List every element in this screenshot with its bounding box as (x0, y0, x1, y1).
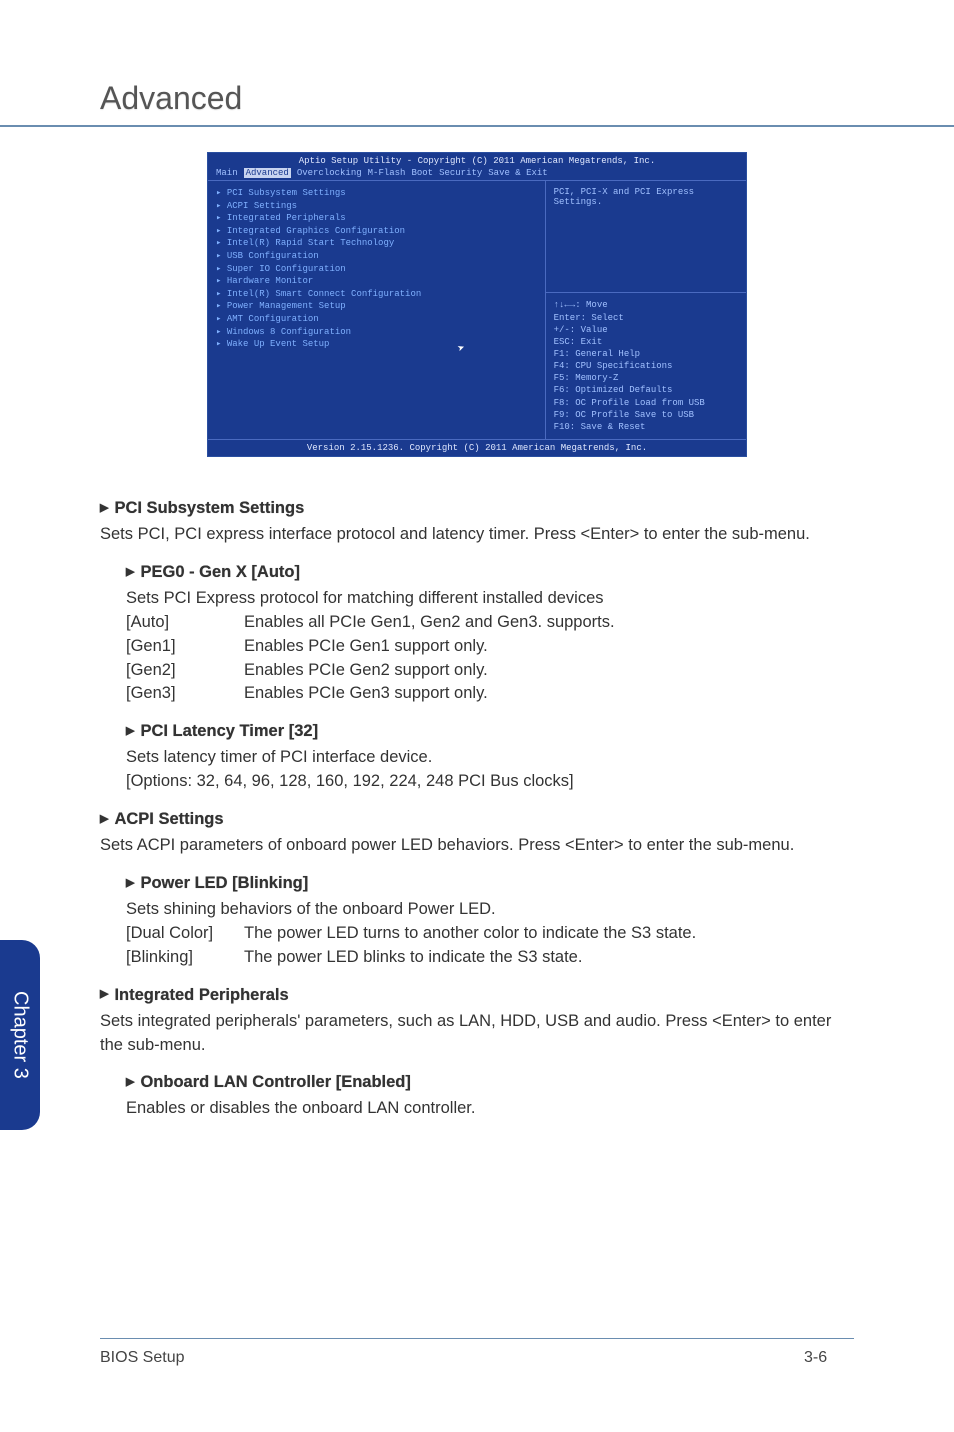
section-desc: Sets integrated peripherals' parameters,… (100, 1010, 854, 1058)
section-desc: Sets latency timer of PCI interface devi… (126, 746, 854, 770)
bios-item: ▸ Super IO Configuration (216, 263, 537, 276)
section-desc: Sets PCI Express protocol for matching d… (126, 587, 854, 611)
page-footer: BIOS Setup 3-6 (100, 1338, 854, 1367)
bios-item-label: Intel(R) Rapid Start Technology (227, 238, 394, 248)
bios-item-label: Integrated Graphics Configuration (227, 226, 405, 236)
option-key: [Gen1] (126, 635, 244, 659)
bios-item-label: USB Configuration (227, 251, 319, 261)
option-val: Enables PCIe Gen3 support only. (244, 682, 854, 706)
bios-key-help: ↑↓←→: Move Enter: Select +/-: Value ESC:… (546, 292, 746, 439)
bios-key-line: F6: Optimized Defaults (554, 384, 738, 396)
option-row: [Auto] Enables all PCIe Gen1, Gen2 and G… (126, 611, 854, 635)
option-val: The power LED blinks to indicate the S3 … (244, 946, 854, 970)
bios-key-line: F4: CPU Specifications (554, 360, 738, 372)
section-desc: Sets PCI, PCI express interface protocol… (100, 523, 854, 547)
bios-header-text: Aptio Setup Utility - Copyright (C) 2011… (208, 153, 746, 166)
bios-key-line: F10: Save & Reset (554, 421, 738, 433)
bios-item: ▸ Intel(R) Rapid Start Technology (216, 237, 537, 250)
bios-item: ▸ Integrated Peripherals (216, 212, 537, 225)
bios-item-label: AMT Configuration (227, 314, 319, 324)
bios-menu-bar: Main Advanced Overclocking M-Flash Boot … (208, 166, 746, 180)
section-power-led: Power LED [Blinking] Sets shining behavi… (126, 872, 854, 970)
page-title: Advanced (0, 0, 954, 127)
bios-menu-save-exit: Save & Exit (488, 168, 547, 178)
section-desc: Sets ACPI parameters of onboard power LE… (100, 834, 854, 858)
section-peg0: PEG0 - Gen X [Auto] Sets PCI Express pro… (126, 561, 854, 707)
section-title: Power LED [Blinking] (126, 874, 308, 892)
bios-item-label: Windows 8 Configuration (227, 327, 351, 337)
bios-menu-overclocking: Overclocking (297, 168, 362, 178)
bios-menu-mflash: M-Flash (368, 168, 406, 178)
option-val: Enables PCIe Gen1 support only. (244, 635, 854, 659)
section-title: Integrated Peripherals (100, 986, 289, 1004)
bios-item-label: Wake Up Event Setup (227, 339, 330, 349)
bios-item-label: Super IO Configuration (227, 264, 346, 274)
bios-key-line: F1: General Help (554, 348, 738, 360)
option-val: Enables PCIe Gen2 support only. (244, 659, 854, 683)
option-row: [Dual Color] The power LED turns to anot… (126, 922, 854, 946)
bios-menu-boot: Boot (411, 168, 433, 178)
footer-page-number: 3-6 (804, 1349, 854, 1367)
bios-footer-text: Version 2.15.1236. Copyright (C) 2011 Am… (208, 440, 746, 456)
bios-body: ▸ PCI Subsystem Settings ▸ ACPI Settings… (208, 180, 746, 440)
section-acpi: ACPI Settings Sets ACPI parameters of on… (100, 808, 854, 858)
section-desc: Sets shining behaviors of the onboard Po… (126, 898, 854, 922)
bios-key-line: F5: Memory-Z (554, 372, 738, 384)
option-key: [Blinking] (126, 946, 244, 970)
bios-item: ▸ USB Configuration (216, 250, 537, 263)
bios-key-line: Enter: Select (554, 312, 738, 324)
section-integrated-periph: Integrated Peripherals Sets integrated p… (100, 984, 854, 1058)
section-desc: Enables or disables the onboard LAN cont… (126, 1097, 854, 1121)
chapter-tab: Chapter 3 (0, 940, 40, 1130)
bios-item: ▸ Windows 8 Configuration (216, 326, 537, 339)
option-key: [Gen2] (126, 659, 244, 683)
bios-right-panel: PCI, PCI-X and PCI Express Settings. ↑↓←… (546, 181, 746, 439)
footer-section-name: BIOS Setup (100, 1349, 804, 1367)
bios-item: ▸ AMT Configuration (216, 313, 537, 326)
option-row: [Gen2] Enables PCIe Gen2 support only. (126, 659, 854, 683)
bios-item-label: Integrated Peripherals (227, 213, 346, 223)
section-title: PCI Latency Timer [32] (126, 722, 318, 740)
bios-item: ▸ PCI Subsystem Settings (216, 187, 537, 200)
option-key: [Auto] (126, 611, 244, 635)
section-pci-subsystem: PCI Subsystem Settings Sets PCI, PCI exp… (100, 497, 854, 547)
section-title: ACPI Settings (100, 810, 224, 828)
bios-item-label: Intel(R) Smart Connect Configuration (227, 289, 421, 299)
bios-item-label: PCI Subsystem Settings (227, 188, 346, 198)
bios-item: ▸ Integrated Graphics Configuration (216, 225, 537, 238)
bios-item-label: Hardware Monitor (227, 276, 313, 286)
bios-key-line: F9: OC Profile Save to USB (554, 409, 738, 421)
content-area: PCI Subsystem Settings Sets PCI, PCI exp… (0, 497, 954, 1121)
bios-item: ▸ ACPI Settings (216, 200, 537, 213)
option-val: The power LED turns to another color to … (244, 922, 854, 946)
section-title: Onboard LAN Controller [Enabled] (126, 1073, 411, 1091)
bios-key-line: F8: OC Profile Load from USB (554, 397, 738, 409)
bios-menu-main: Main (216, 168, 238, 178)
bios-key-line: ↑↓←→: Move (554, 299, 738, 311)
bios-item: ▸ Intel(R) Smart Connect Configuration (216, 288, 537, 301)
bios-item-label: Power Management Setup (227, 301, 346, 311)
bios-menu-security: Security (439, 168, 482, 178)
bios-screenshot: Aptio Setup Utility - Copyright (C) 2011… (207, 152, 747, 457)
bios-item: ▸ Hardware Monitor (216, 275, 537, 288)
bios-item-label: ACPI Settings (227, 201, 297, 211)
option-row: [Gen3] Enables PCIe Gen3 support only. (126, 682, 854, 706)
bios-item: ▸ Wake Up Event Setup (216, 338, 537, 351)
bios-menu-advanced: Advanced (244, 168, 291, 178)
option-val: Enables all PCIe Gen1, Gen2 and Gen3. su… (244, 611, 854, 635)
option-row: [Blinking] The power LED blinks to indic… (126, 946, 854, 970)
option-key: [Dual Color] (126, 922, 244, 946)
options-line: [Options: 32, 64, 96, 128, 160, 192, 224… (126, 770, 854, 794)
bios-key-line: +/-: Value (554, 324, 738, 336)
bios-item: ▸ Power Management Setup (216, 300, 537, 313)
section-pci-latency: PCI Latency Timer [32] Sets latency time… (126, 720, 854, 794)
bios-left-panel: ▸ PCI Subsystem Settings ▸ ACPI Settings… (208, 181, 546, 439)
option-key: [Gen3] (126, 682, 244, 706)
bios-help-text: PCI, PCI-X and PCI Express Settings. (546, 181, 746, 292)
section-title: PEG0 - Gen X [Auto] (126, 563, 300, 581)
section-title: PCI Subsystem Settings (100, 499, 304, 517)
option-row: [Gen1] Enables PCIe Gen1 support only. (126, 635, 854, 659)
bios-key-line: ESC: Exit (554, 336, 738, 348)
section-onboard-lan: Onboard LAN Controller [Enabled] Enables… (126, 1071, 854, 1121)
